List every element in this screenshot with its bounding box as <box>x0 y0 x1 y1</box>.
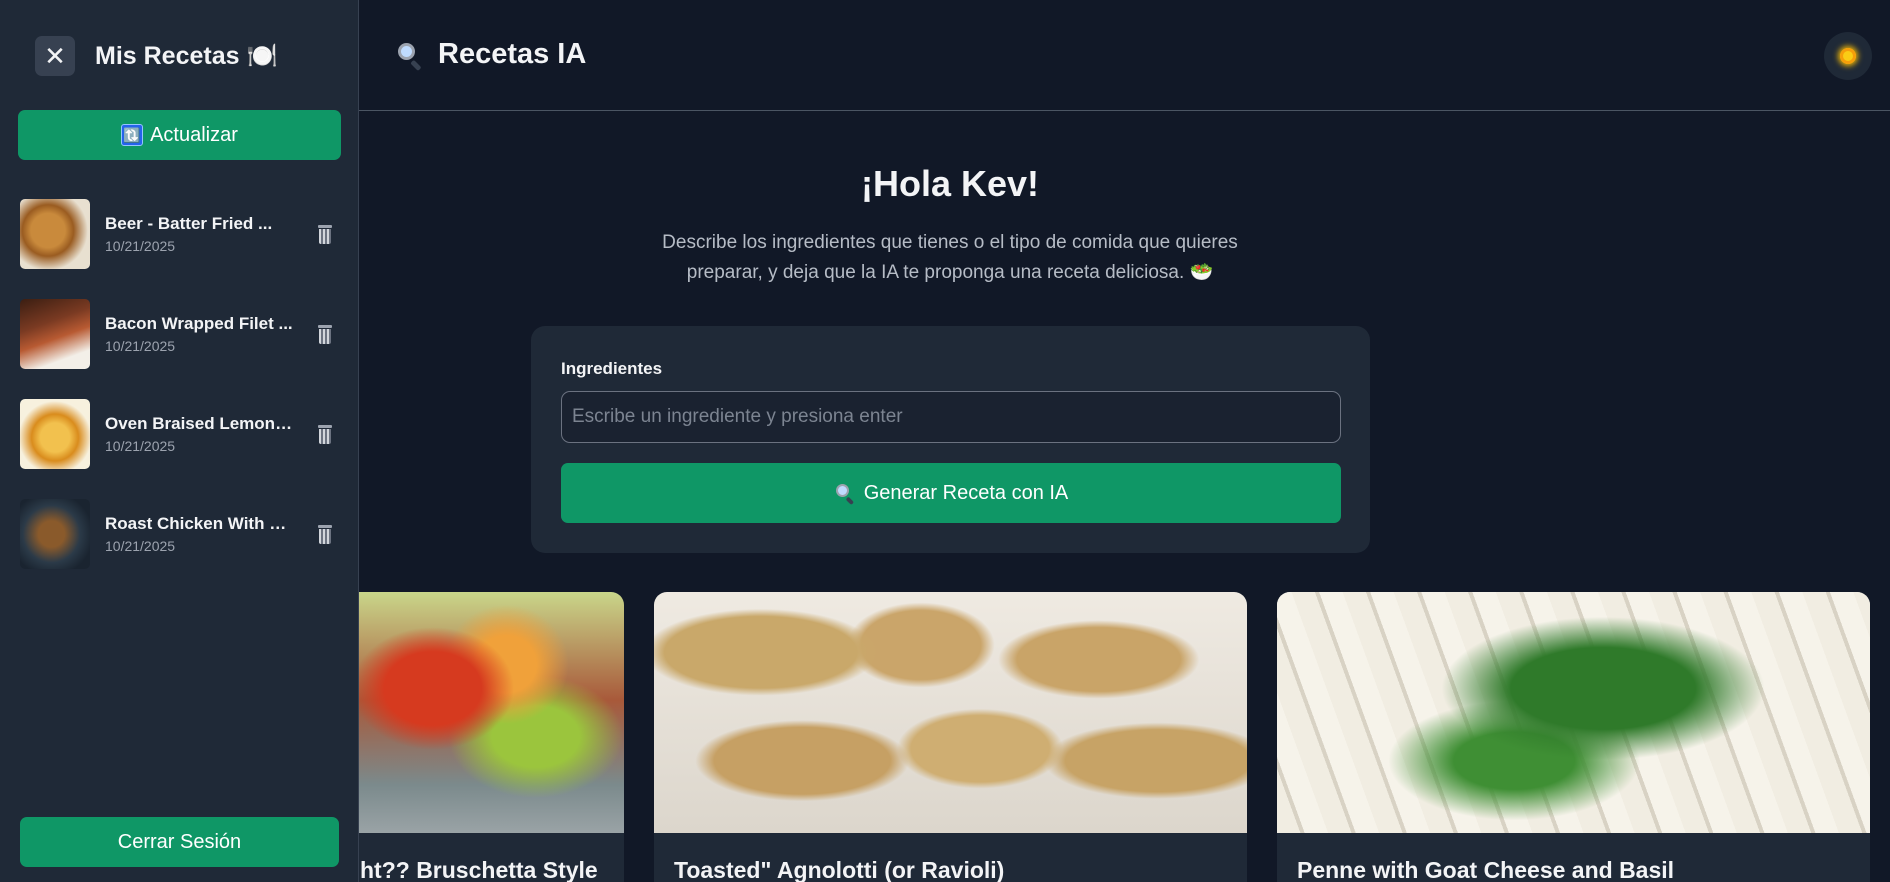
recipe-thumbnail <box>20 399 90 469</box>
saved-recipe-item[interactable]: Beer - Batter Fried ... 10/21/2025 <box>20 199 345 269</box>
sidebar: ✕ Mis Recetas 🍽️ 🔃 Actualizar Beer - Bat… <box>0 0 359 882</box>
recipe-thumbnail <box>20 499 90 569</box>
ingredients-label: Ingredientes <box>561 359 663 378</box>
recipe-date: 10/21/2025 <box>105 238 176 254</box>
ingredients-panel: Ingredientes Generar Receta con IA <box>531 326 1370 553</box>
recipe-title: Roast Chicken With R... <box>105 514 295 533</box>
sun-icon <box>1840 48 1856 64</box>
trash-icon[interactable] <box>316 225 334 245</box>
trash-icon[interactable] <box>316 525 334 545</box>
app-brand: Recetas IA <box>394 38 586 71</box>
saved-recipe-item[interactable]: Oven Braised Lemon C... 10/21/2025 <box>20 399 345 469</box>
recipe-thumbnail <box>20 299 90 369</box>
recipe-title: Bacon Wrapped Filet ... <box>105 314 293 333</box>
sidebar-title: Mis Recetas 🍽️ <box>95 41 278 70</box>
recipe-date: 10/21/2025 <box>105 538 176 554</box>
trash-icon[interactable] <box>316 325 334 345</box>
recipe-card-title: ht?? Bruschetta Style <box>360 857 598 882</box>
refresh-label: Actualizar <box>150 123 238 146</box>
saved-recipe-item[interactable]: Roast Chicken With R... 10/21/2025 <box>20 499 345 569</box>
recipe-card-image <box>654 592 1247 833</box>
intro-text: Describe los ingredientes que tienes o e… <box>662 232 1238 283</box>
close-sidebar-button[interactable]: ✕ <box>35 36 75 76</box>
logout-button[interactable]: Cerrar Sesión <box>20 817 339 867</box>
recipe-date: 10/21/2025 <box>105 438 176 454</box>
app-title: Recetas IA <box>438 38 587 70</box>
greeting-heading: ¡Hola Kev! <box>860 163 1040 204</box>
recipe-card-image <box>330 592 624 833</box>
recipe-card-image <box>1277 592 1870 833</box>
refresh-button[interactable]: 🔃 Actualizar <box>18 110 341 160</box>
top-header: Recetas IA <box>359 0 1890 111</box>
generate-recipe-button[interactable]: Generar Receta con IA <box>561 463 1341 523</box>
saved-recipe-item[interactable]: Bacon Wrapped Filet ... 10/21/2025 <box>20 299 345 369</box>
recipe-card[interactable]: ht?? Bruschetta Style <box>330 592 624 882</box>
close-icon: ✕ <box>44 41 66 71</box>
ingredient-input[interactable] <box>561 391 1341 443</box>
magnifier-icon <box>834 482 856 506</box>
theme-toggle-button[interactable] <box>1824 32 1872 80</box>
recipe-date: 10/21/2025 <box>105 338 176 354</box>
recipe-card[interactable]: Toasted" Agnolotti (or Ravioli) <box>654 592 1247 882</box>
generate-label: Generar Receta con IA <box>863 481 1069 504</box>
saved-recipe-list: Beer - Batter Fried ... 10/21/2025 Bacon… <box>20 199 345 599</box>
recipe-card-title: Penne with Goat Cheese and Basil <box>1297 857 1675 882</box>
recipe-title: Oven Braised Lemon C... <box>105 414 295 433</box>
recipe-card-title: Toasted" Agnolotti (or Ravioli) <box>674 857 1005 882</box>
magnifier-icon <box>394 40 424 71</box>
refresh-icon: 🔃 <box>121 124 144 146</box>
recipe-card[interactable]: Penne with Goat Cheese and Basil <box>1277 592 1870 882</box>
trash-icon[interactable] <box>316 425 334 445</box>
sidebar-header: ✕ Mis Recetas 🍽️ <box>35 35 278 77</box>
recipe-title: Beer - Batter Fried ... <box>105 214 273 233</box>
recipe-thumbnail <box>20 199 90 269</box>
